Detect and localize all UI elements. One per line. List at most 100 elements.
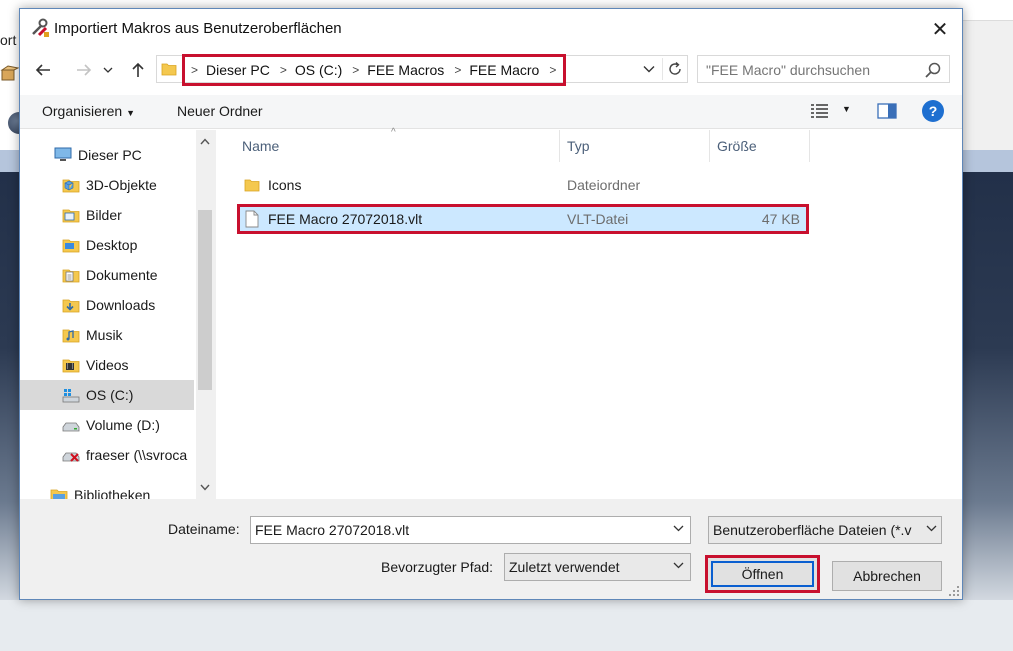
close-button[interactable]: ✕ [920, 14, 960, 44]
sidebar-item-3d-objekte[interactable]: 3D-Objekte [20, 170, 194, 200]
chevron-right-icon[interactable]: > [189, 63, 206, 77]
sort-arrow-icon: ^ [391, 127, 396, 138]
open-button[interactable]: Öffnen [705, 555, 820, 593]
column-header-label: Typ [567, 138, 590, 154]
sidebar-item-videos[interactable]: Videos [20, 350, 194, 380]
sidebar-item-label: Bibliotheken [74, 487, 151, 499]
address-bar[interactable]: > Dieser PC > OS (C:) > FEE Macros > FEE… [156, 54, 688, 86]
pictures-icon [62, 209, 80, 223]
desktop-icon [62, 239, 80, 253]
sidebar-item-volume-d[interactable]: Volume (D:) [20, 410, 194, 440]
organize-button[interactable]: Organisieren ▼ [42, 103, 135, 119]
background-bottom [0, 600, 1013, 651]
help-button[interactable]: ? [922, 100, 944, 122]
address-history-dropdown[interactable] [639, 60, 659, 78]
caret-down-icon[interactable]: ▼ [842, 104, 851, 114]
sidebar-item-bilder[interactable]: Bilder [20, 200, 194, 230]
sidebar-item-label: Desktop [86, 237, 138, 253]
preferred-path-select[interactable]: Zuletzt verwendet [504, 553, 691, 581]
background-tool-icon [0, 65, 20, 81]
organize-label: Organisieren [42, 103, 123, 119]
filename-value[interactable]: FEE Macro 27072018.vlt [255, 522, 409, 538]
recent-locations-button[interactable] [100, 57, 116, 83]
dialog-footer: Dateiname: FEE Macro 27072018.vlt Benutz… [20, 499, 962, 599]
open-button-label: Öffnen [711, 561, 814, 587]
sidebar-item-bibliotheken[interactable]: Bibliotheken [20, 480, 194, 499]
scroll-thumb[interactable] [198, 210, 212, 390]
libraries-icon [50, 489, 68, 499]
table-row[interactable]: Icons Dateiordner [240, 173, 806, 197]
dialog-title: Importiert Makros aus Benutzeroberfläche… [54, 20, 342, 37]
sidebar-item-label: Musik [86, 327, 123, 343]
file-icon [245, 210, 259, 228]
column-header-type[interactable]: Typ [560, 130, 710, 162]
sidebar-item-dokumente[interactable]: Dokumente [20, 260, 194, 290]
preferred-path-value: Zuletzt verwendet [509, 559, 620, 575]
file-type-filter-select[interactable]: Benutzeroberfläche Dateien (*.v [708, 516, 942, 544]
column-header-size[interactable]: Größe [710, 130, 810, 162]
chevron-right-icon[interactable]: > [278, 63, 295, 77]
close-icon: ✕ [931, 18, 949, 41]
new-folder-label: Neuer Ordner [177, 103, 263, 119]
computer-icon [54, 147, 72, 161]
chevron-right-icon[interactable]: > [452, 63, 469, 77]
sidebar-item-fraeser[interactable]: fraeser (\\svroca [20, 440, 194, 470]
sidebar-item-label: Bilder [86, 207, 122, 223]
arrow-left-icon [35, 64, 50, 76]
chevron-right-icon[interactable]: > [350, 63, 367, 77]
sidebar-item-label: Volume (D:) [86, 417, 160, 433]
background-partial-text: ort [0, 32, 17, 48]
breadcrumb-item[interactable]: FEE Macros [367, 62, 452, 78]
windows-drive-icon [62, 389, 80, 403]
3d-objects-icon [62, 179, 80, 193]
forward-button[interactable] [70, 57, 98, 83]
chevron-up-icon[interactable] [196, 132, 214, 150]
command-toolbar: Organisieren ▼ Neuer Ordner ▼ ? [20, 95, 962, 129]
search-box[interactable] [697, 55, 950, 83]
chevron-down-icon[interactable] [196, 478, 214, 496]
search-input[interactable] [706, 60, 916, 80]
table-row-selected[interactable]: FEE Macro 27072018.vlt VLT-Datei 47 KB [237, 204, 809, 234]
sidebar-item-os-c[interactable]: OS (C:) [20, 380, 194, 410]
chevron-down-icon[interactable] [673, 523, 684, 535]
filename-field[interactable]: FEE Macro 27072018.vlt [250, 516, 691, 544]
file-type: VLT-Datei [567, 211, 629, 227]
sidebar-item-desktop[interactable]: Desktop [20, 230, 194, 260]
chevron-right-icon[interactable]: > [547, 63, 564, 77]
column-header-label: Größe [717, 138, 757, 154]
chevron-down-icon [103, 67, 113, 73]
column-headers: ^ Name Typ Größe [216, 127, 962, 162]
new-folder-button[interactable]: Neuer Ordner [177, 103, 263, 119]
sidebar-item-musik[interactable]: Musik [20, 320, 194, 350]
arrow-right-icon [77, 64, 92, 76]
up-one-level-button[interactable] [124, 57, 152, 83]
refresh-button[interactable] [662, 58, 686, 80]
file-list: ^ Name Typ Größe Icons Dateiordner FEE M… [216, 127, 962, 499]
folder-icon [244, 179, 260, 192]
view-options-icon[interactable] [810, 102, 830, 120]
sidebar-item-label: Dieser PC [78, 147, 142, 163]
breadcrumb: > Dieser PC > OS (C:) > FEE Macros > FEE… [182, 54, 566, 86]
back-button[interactable] [29, 57, 57, 83]
sidebar-item-label: fraeser (\\svroca [86, 447, 188, 463]
music-icon [62, 329, 80, 343]
column-header-label: Name [242, 138, 280, 154]
sidebar-item-label: Downloads [86, 297, 156, 313]
chevron-down-icon [673, 560, 684, 572]
resize-grip-icon[interactable] [948, 585, 960, 597]
sidebar-item-downloads[interactable]: Downloads [20, 290, 194, 320]
breadcrumb-item[interactable]: Dieser PC [206, 62, 278, 78]
sidebar-item-dieser-pc[interactable]: Dieser PC [20, 140, 194, 170]
cancel-button[interactable]: Abbrechen [832, 561, 942, 591]
arrow-up-icon [132, 62, 144, 77]
breadcrumb-item[interactable]: FEE Macro [469, 62, 547, 78]
sidebar-item-label: OS (C:) [86, 387, 134, 403]
navigation-scrollbar[interactable] [196, 130, 214, 499]
breadcrumb-item[interactable]: OS (C:) [295, 62, 350, 78]
preview-pane-icon[interactable] [877, 102, 897, 120]
videos-icon [62, 359, 80, 373]
search-icon[interactable] [924, 61, 942, 79]
column-header-name[interactable]: ^ Name [216, 127, 560, 162]
file-type: Dateiordner [567, 177, 641, 193]
downloads-icon [62, 299, 80, 313]
